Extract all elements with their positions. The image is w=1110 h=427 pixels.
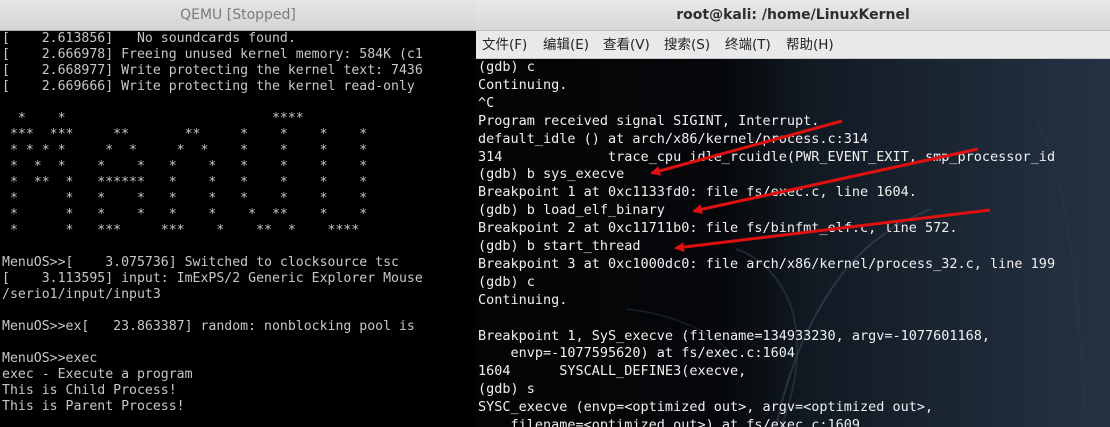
terminal-output[interactable]: (gdb) c Continuing. ^C Program received … bbox=[476, 59, 1110, 427]
terminal-line: Continuing. bbox=[478, 76, 568, 93]
terminal-line: Breakpoint 3 at 0xc1000dc0: file arch/x8… bbox=[478, 255, 1056, 272]
qemu-console-line: [ 2.669666] Write protecting the kernel … bbox=[2, 79, 415, 94]
menuos-ascii-banner-line: * * **** bbox=[2, 111, 304, 126]
qemu-console-line: exec - Execute a program bbox=[2, 367, 193, 382]
terminal-window: root@kali: /home/LinuxKernel 文件(F) 编辑(E)… bbox=[476, 0, 1110, 427]
qemu-console-line: [ 2.613856] No soundcards found. bbox=[2, 31, 296, 46]
qemu-console-line: MenuOS>>[ 3.075736] Switched to clocksou… bbox=[2, 255, 399, 270]
menu-view[interactable]: 查看(V) bbox=[603, 31, 650, 59]
qemu-console-line: /serio1/input/input3 bbox=[2, 287, 161, 302]
qemu-console-line: This is Child Process! bbox=[2, 383, 177, 398]
terminal-line: 1604 SYSCALL_DEFINE3(execve, bbox=[478, 363, 747, 380]
terminal-line: Breakpoint 2 at 0xc11711b0: file fs/binf… bbox=[478, 220, 958, 237]
terminal-line: default_idle () at arch/x86/kernel/proce… bbox=[478, 130, 869, 147]
terminal-line: SYSC_execve (envp=<optimized out>, argv=… bbox=[478, 399, 934, 416]
menu-search[interactable]: 搜索(S) bbox=[664, 31, 710, 59]
terminal-line: (gdb) c bbox=[478, 273, 535, 290]
gdb-command-b-sys-execve: (gdb) b sys_execve bbox=[478, 166, 625, 183]
menu-terminal[interactable]: 终端(T) bbox=[725, 31, 771, 59]
qemu-console-line: [ 2.666978] Freeing unused kernel memory… bbox=[2, 47, 423, 62]
terminal-line: ^C bbox=[478, 94, 495, 111]
terminal-line: Breakpoint 1 at 0xc1133fd0: file fs/exec… bbox=[478, 184, 917, 201]
terminal-line: filename=<optimized out>) at fs/exec.c:1… bbox=[478, 417, 861, 427]
qemu-title-bar[interactable]: QEMU [Stopped] bbox=[0, 0, 476, 31]
terminal-line: (gdb) s bbox=[478, 381, 535, 398]
menuos-ascii-banner-line: * * * * * * * ** * * bbox=[2, 207, 368, 222]
menuos-ascii-banner-line: *** *** ** ** * * * * bbox=[2, 127, 368, 142]
terminal-line: (gdb) c bbox=[478, 59, 535, 75]
terminal-line: 314 trace_cpu_idle_rcuidle(PWR_EVENT_EXI… bbox=[478, 148, 1056, 165]
qemu-console-line: This is Parent Process! bbox=[2, 399, 185, 414]
terminal-line: envp=-1077595620) at fs/exec.c:1604 bbox=[478, 345, 795, 362]
terminal-menu-bar: 文件(F) 编辑(E) 查看(V) 搜索(S) 终端(T) 帮助(H) bbox=[476, 31, 1110, 59]
qemu-console-line: MenuOS>>ex[ 23.863387] random: nonblocki… bbox=[2, 319, 415, 334]
menuos-ascii-banner-line: * * *** *** * ** * **** bbox=[2, 223, 360, 238]
menu-file[interactable]: 文件(F) bbox=[482, 31, 527, 59]
menuos-ascii-banner-line: * * * * * * * * * * * bbox=[2, 159, 368, 174]
qemu-console-line: MenuOS>>exec bbox=[2, 351, 98, 366]
terminal-line: Breakpoint 1, SyS_execve (filename=13493… bbox=[478, 327, 991, 344]
menuos-ascii-banner-line: * ** * ****** * * * * * * bbox=[2, 175, 368, 190]
qemu-console-line: [ 2.668977] Write protecting the kernel … bbox=[2, 63, 423, 78]
qemu-window: QEMU [Stopped] [ 2.613856] No soundcards… bbox=[0, 0, 476, 427]
qemu-console-line: [ 3.113595] input: ImExPS/2 Generic Expl… bbox=[2, 271, 423, 286]
gdb-command-b-load-elf-binary: (gdb) b load_elf_binary bbox=[478, 202, 665, 219]
menuos-ascii-banner-line: * * * * * * * * * * * * bbox=[2, 143, 368, 158]
qemu-console-screen[interactable]: [ 2.613856] No soundcards found. [ 2.666… bbox=[0, 31, 476, 427]
menu-edit[interactable]: 编辑(E) bbox=[543, 31, 589, 59]
gdb-command-b-start-thread: (gdb) b start_thread bbox=[478, 238, 641, 254]
menuos-ascii-banner-line: * * * * * * * * * * bbox=[2, 191, 368, 206]
terminal-line: Continuing. bbox=[478, 291, 568, 308]
menu-help[interactable]: 帮助(H) bbox=[786, 31, 834, 59]
terminal-line: Program received signal SIGINT, Interrup… bbox=[478, 112, 820, 129]
terminal-title-bar[interactable]: root@kali: /home/LinuxKernel bbox=[476, 0, 1110, 31]
